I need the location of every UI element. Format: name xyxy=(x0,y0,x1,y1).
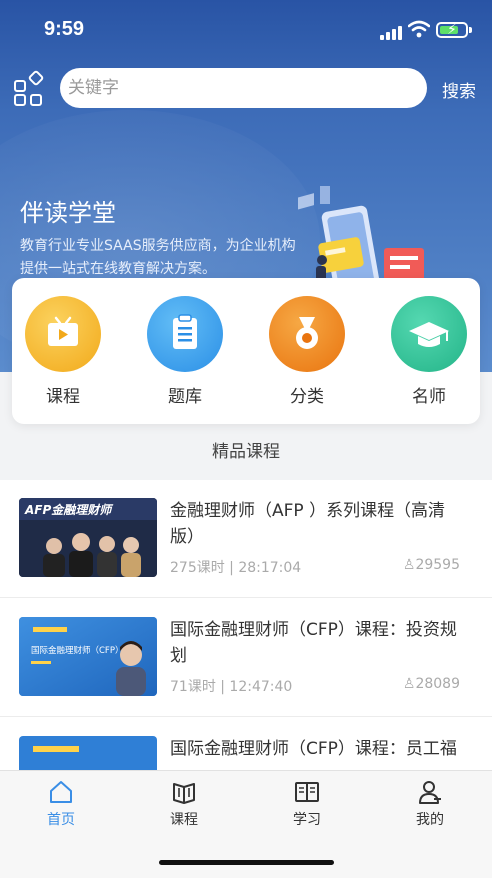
category-label: 课程 xyxy=(46,387,80,407)
user-icon xyxy=(419,781,441,804)
course-thumbnail: 国际金融理财师（CFP） xyxy=(19,617,157,696)
graduation-cap-icon xyxy=(391,296,467,372)
course-thumbnail xyxy=(19,736,157,770)
thumb-text: AFP金融理财师 xyxy=(24,503,114,517)
category-card: 课程 题库 分类 名师 xyxy=(12,278,480,424)
search-bar xyxy=(60,68,427,108)
course-title: 国际金融理财师（CFP）课程：员工福 xyxy=(170,739,457,759)
status-time: 9:59 xyxy=(44,18,85,40)
category-teachers[interactable]: 名师 xyxy=(379,296,479,407)
category-label: 分类 xyxy=(290,387,324,407)
course-meta: 71课时 | 12:47:40 xyxy=(170,679,293,695)
course-students: ♙28089 xyxy=(402,676,460,692)
thumb-text: 国际金融理财师（CFP） xyxy=(31,645,123,656)
book-icon xyxy=(173,783,195,804)
search-button[interactable]: 搜索 xyxy=(442,77,476,102)
apps-grid-icon[interactable] xyxy=(14,69,45,106)
course-item[interactable]: AFP金融理财师 金融理财师（AFP ）系列课程（高清版） 275课时 | 28… xyxy=(0,480,492,598)
course-item[interactable]: 国际金融理财师（CFP） 国际金融理财师（CFP）课程：投资规划 71课时 | … xyxy=(0,599,492,717)
tab-label: 学习 xyxy=(293,812,321,828)
status-bar: 9:59 ⚡ xyxy=(0,0,492,58)
category-label: 题库 xyxy=(168,387,202,407)
user-count-icon: ♙ xyxy=(402,676,416,692)
banner-description: 教育行业专业SAAS服务供应商，为企业机构提供一站式在线教育解决方案。 xyxy=(20,238,296,277)
course-students: ♙29595 xyxy=(402,557,460,573)
home-icon xyxy=(50,781,72,803)
signal-icon xyxy=(380,24,404,40)
clipboard-icon xyxy=(147,296,223,372)
user-count-icon: ♙ xyxy=(402,557,416,573)
course-item[interactable]: 国际金融理财师（CFP）课程：员工福 xyxy=(0,718,492,770)
course-title: 金融理财师（AFP ）系列课程（高清版） xyxy=(170,501,446,547)
category-label: 名师 xyxy=(412,387,446,407)
tab-course[interactable]: 课程 xyxy=(144,779,224,829)
tab-label: 我的 xyxy=(416,812,444,828)
course-meta: 275课时 | 28:17:04 xyxy=(170,560,302,576)
tab-bar: 首页 课程 学习 我的 xyxy=(0,770,492,836)
course-title: 国际金融理财师（CFP）课程：投资规划 xyxy=(170,620,457,666)
search-input[interactable] xyxy=(68,68,408,108)
tab-label: 课程 xyxy=(170,812,198,828)
section-title: 精品课程 xyxy=(212,442,280,462)
home-indicator xyxy=(159,860,334,865)
category-classification[interactable]: 分类 xyxy=(257,296,357,407)
wifi-icon xyxy=(408,20,430,38)
category-course[interactable]: 课程 xyxy=(13,296,113,407)
open-book-icon xyxy=(295,782,319,802)
course-thumbnail: AFP金融理财师 xyxy=(19,498,157,577)
battery-icon: ⚡ xyxy=(436,22,468,38)
course-list: AFP金融理财师 金融理财师（AFP ）系列课程（高清版） 275课时 | 28… xyxy=(0,480,492,770)
tab-study[interactable]: 学习 xyxy=(267,779,347,829)
tab-home[interactable]: 首页 xyxy=(21,779,101,829)
tab-label: 首页 xyxy=(47,812,75,828)
tab-mine[interactable]: 我的 xyxy=(390,779,470,829)
banner-title: 伴读学堂 xyxy=(20,199,116,227)
medal-icon xyxy=(269,296,345,372)
tv-icon xyxy=(25,296,101,372)
category-question-bank[interactable]: 题库 xyxy=(135,296,235,407)
